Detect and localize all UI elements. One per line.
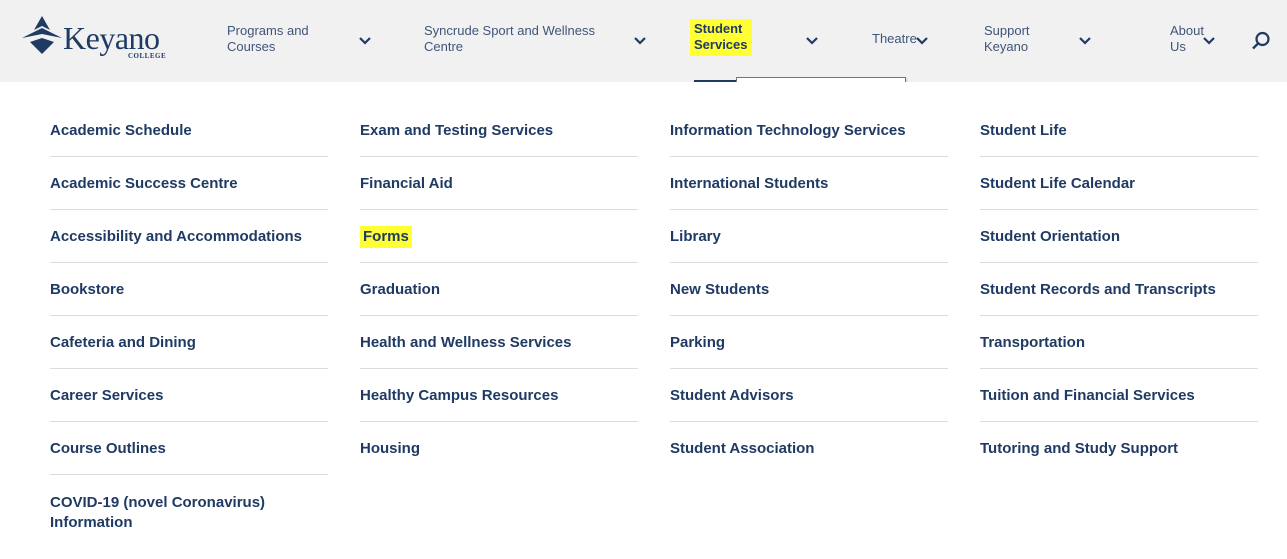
menu-link-housing[interactable]: Housing bbox=[360, 422, 638, 475]
nav-about-us[interactable]: About Us bbox=[1170, 23, 1204, 55]
menu-link-covid-19-information[interactable]: COVID-19 (novel Coronavirus) Information bbox=[50, 475, 290, 545]
menu-link-transportation[interactable]: Transportation bbox=[980, 316, 1258, 369]
menu-link-course-outlines[interactable]: Course Outlines bbox=[50, 422, 328, 475]
nav-label: Theatre bbox=[872, 31, 917, 46]
menu-link-accessibility-and-accommodations[interactable]: Accessibility and Accommodations bbox=[50, 210, 328, 263]
nav-support-keyano[interactable]: Support Keyano bbox=[984, 23, 1030, 55]
nav-syncrude-sport-and-wellness[interactable]: Syncrude Sport and Wellness Centre bbox=[424, 23, 595, 55]
menu-link-student-advisors[interactable]: Student Advisors bbox=[670, 369, 948, 422]
menu-link-tuition-and-financial-services[interactable]: Tuition and Financial Services bbox=[980, 369, 1258, 422]
menu-column-2: Exam and Testing Services Financial Aid … bbox=[360, 104, 638, 475]
menu-column-1: Academic Schedule Academic Success Centr… bbox=[50, 104, 328, 545]
menu-link-academic-success-centre[interactable]: Academic Success Centre bbox=[50, 157, 328, 210]
nav-label: Student Services bbox=[690, 19, 752, 56]
chevron-down-icon[interactable] bbox=[1077, 33, 1093, 49]
menu-link-new-students[interactable]: New Students bbox=[670, 263, 948, 316]
menu-link-cafeteria-and-dining[interactable]: Cafeteria and Dining bbox=[50, 316, 328, 369]
menu-link-healthy-campus-resources[interactable]: Healthy Campus Resources bbox=[360, 369, 638, 422]
site-header: Keyano COLLEGE Programs and Courses Sync… bbox=[0, 0, 1287, 83]
menu-link-forms[interactable]: Forms bbox=[360, 210, 638, 263]
search-icon[interactable] bbox=[1250, 30, 1272, 52]
highlighted-link-text: Forms bbox=[360, 226, 412, 248]
keyano-bird-logo-icon bbox=[22, 16, 62, 54]
menu-link-student-records-and-transcripts[interactable]: Student Records and Transcripts bbox=[980, 263, 1258, 316]
chevron-down-icon[interactable] bbox=[804, 33, 820, 49]
chevron-down-icon[interactable] bbox=[632, 33, 648, 49]
menu-link-library[interactable]: Library bbox=[670, 210, 948, 263]
menu-link-exam-and-testing-services[interactable]: Exam and Testing Services bbox=[360, 104, 638, 157]
logo-subtitle: COLLEGE bbox=[128, 52, 167, 60]
menu-link-academic-schedule[interactable]: Academic Schedule bbox=[50, 104, 328, 157]
menu-link-international-students[interactable]: International Students bbox=[670, 157, 948, 210]
nav-programs-and-courses[interactable]: Programs and Courses bbox=[227, 23, 309, 55]
nav-theatre[interactable]: Theatre bbox=[872, 31, 917, 47]
menu-link-tutoring-and-study-support[interactable]: Tutoring and Study Support bbox=[980, 422, 1258, 475]
logo-wordmark: Keyano bbox=[63, 20, 160, 56]
menu-link-career-services[interactable]: Career Services bbox=[50, 369, 328, 422]
keyano-logo[interactable]: Keyano COLLEGE bbox=[20, 14, 170, 70]
menu-column-3: Information Technology Services Internat… bbox=[670, 104, 948, 475]
nav-label: Support Keyano bbox=[984, 23, 1030, 54]
student-services-mega-menu: Academic Schedule Academic Success Centr… bbox=[0, 82, 1287, 559]
menu-column-4: Student Life Student Life Calendar Stude… bbox=[980, 104, 1258, 475]
nav-label: Syncrude Sport and Wellness Centre bbox=[424, 23, 596, 54]
page: Keyano COLLEGE Programs and Courses Sync… bbox=[0, 0, 1287, 559]
menu-link-student-life[interactable]: Student Life bbox=[980, 104, 1258, 157]
menu-link-parking[interactable]: Parking bbox=[670, 316, 948, 369]
nav-student-services[interactable]: Student Services bbox=[690, 19, 752, 56]
menu-link-student-life-calendar[interactable]: Student Life Calendar bbox=[980, 157, 1258, 210]
menu-link-student-association[interactable]: Student Association bbox=[670, 422, 948, 475]
menu-link-information-technology-services[interactable]: Information Technology Services bbox=[670, 104, 948, 157]
menu-link-bookstore[interactable]: Bookstore bbox=[50, 263, 328, 316]
nav-label: About Us bbox=[1170, 23, 1204, 54]
chevron-down-icon[interactable] bbox=[914, 33, 930, 49]
nav-label: Programs and Courses bbox=[227, 23, 309, 54]
menu-link-financial-aid[interactable]: Financial Aid bbox=[360, 157, 638, 210]
menu-link-health-and-wellness-services[interactable]: Health and Wellness Services bbox=[360, 316, 638, 369]
menu-link-graduation[interactable]: Graduation bbox=[360, 263, 638, 316]
chevron-down-icon[interactable] bbox=[357, 33, 373, 49]
menu-link-student-orientation[interactable]: Student Orientation bbox=[980, 210, 1258, 263]
chevron-down-icon[interactable] bbox=[1201, 33, 1217, 49]
